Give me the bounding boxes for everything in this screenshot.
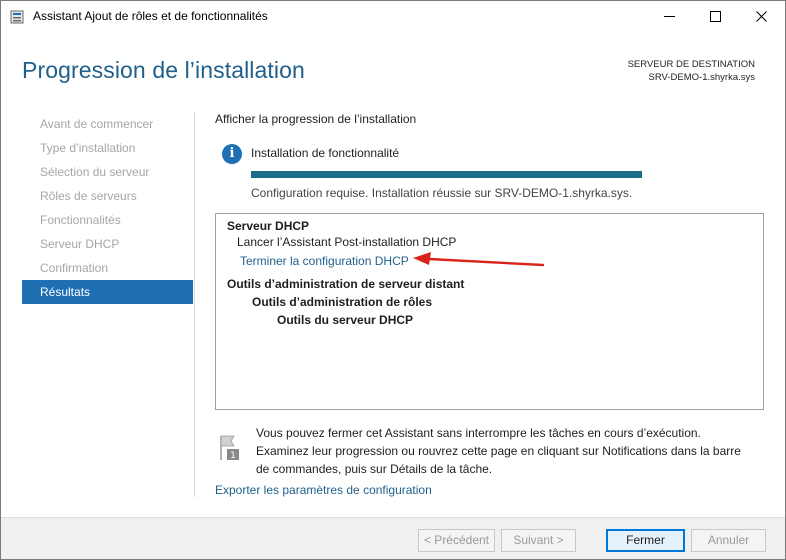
server-manager-icon [10, 10, 24, 24]
result-role-tools: Outils d’administration de rôles [252, 295, 433, 309]
nav-item-roles-serveurs[interactable]: Rôles de serveurs [22, 184, 193, 208]
destination-label: SERVEUR DE DESTINATION [627, 59, 755, 70]
window-title: Assistant Ajout de rôles et de fonctionn… [33, 9, 268, 23]
export-config-link[interactable]: Exporter les paramètres de configuration [215, 483, 432, 497]
nav-item-confirmation[interactable]: Confirmation [22, 256, 193, 280]
close-button[interactable]: Fermer [606, 529, 685, 552]
result-dhcp-tools: Outils du serveur DHCP [277, 313, 414, 327]
destination-server-info: SERVEUR DE DESTINATION SRV-DEMO-1.shyrka… [628, 58, 755, 84]
page-title: Progression de l’installation [22, 57, 305, 83]
results-list: Serveur DHCP Lancer l’Assistant Post-ins… [215, 213, 764, 410]
previous-button[interactable]: < Précédent [418, 529, 495, 552]
install-label: Installation de fonctionnalité [251, 146, 400, 160]
nav-item-resultats[interactable]: Résultats [22, 280, 193, 304]
nav-divider [194, 112, 195, 497]
cancel-button[interactable]: Annuler [691, 529, 766, 552]
section-title: Afficher la progression de l’installatio… [215, 112, 417, 126]
info-icon: i [222, 144, 242, 164]
nav-item-avant-de-commencer[interactable]: Avant de commencer [22, 112, 193, 136]
next-button[interactable]: Suivant > [501, 529, 576, 552]
wizard-footer: < Précédent Suivant > Fermer Annuler [1, 517, 785, 559]
title-bar: Assistant Ajout de rôles et de fonctionn… [1, 1, 785, 32]
progress-bar [251, 171, 642, 178]
result-dhcp-server: Serveur DHCP [227, 219, 310, 233]
maximize-icon [709, 11, 721, 22]
nav-item-selection-serveur[interactable]: Sélection du serveur [22, 160, 193, 184]
maximize-button[interactable] [692, 1, 738, 32]
result-launch-wizard: Lancer l’Assistant Post-installation DHC… [237, 235, 457, 249]
progress-fill [251, 171, 642, 178]
red-arrow-annotation [413, 252, 545, 267]
note-badge: 1 [230, 451, 236, 461]
nav-item-type-installation[interactable]: Type d’installation [22, 136, 193, 160]
install-status: Configuration requise. Installation réus… [251, 186, 633, 200]
minimize-icon [663, 16, 675, 17]
notification-note: Vous pouvez fermer cet Assistant sans in… [256, 426, 741, 476]
destination-server: SRV-DEMO-1.shyrka.sys [648, 72, 755, 83]
finish-dhcp-config-link[interactable]: Terminer la configuration DHCP [240, 254, 409, 268]
nav-item-serveur-dhcp[interactable]: Serveur DHCP [22, 232, 193, 256]
minimize-button[interactable] [646, 1, 692, 32]
wizard-window: Assistant Ajout de rôles et de fonctionn… [0, 0, 786, 560]
close-window-button[interactable] [738, 1, 784, 32]
result-remote-tools: Outils d’administration de serveur dista… [227, 277, 465, 291]
notification-flag-icon: 1 [220, 435, 239, 461]
wizard-steps-nav: Avant de commencer Type d’installation S… [22, 112, 193, 304]
close-icon [755, 11, 767, 22]
nav-item-fonctionnalites[interactable]: Fonctionnalités [22, 208, 193, 232]
